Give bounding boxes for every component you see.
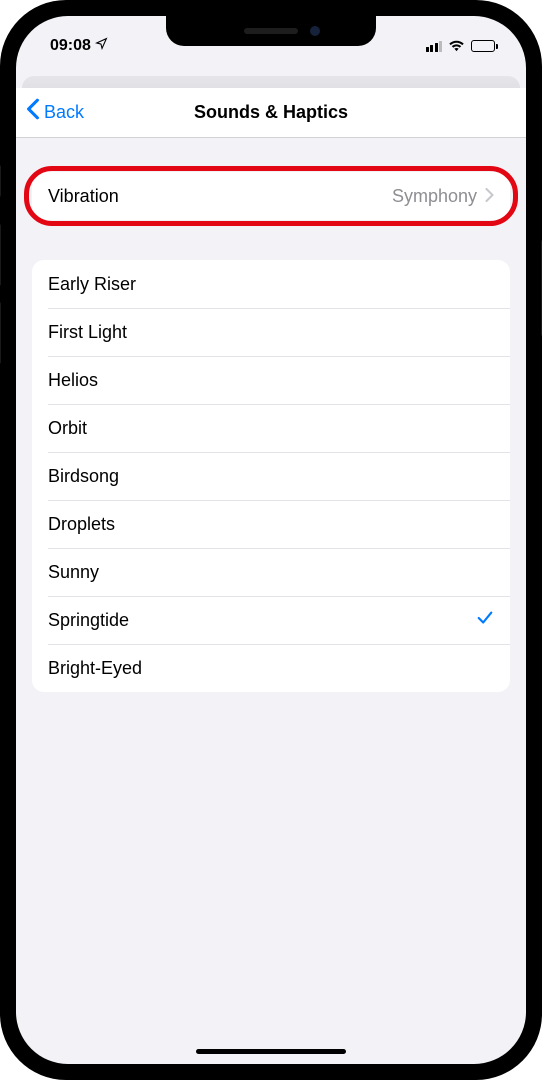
sound-row[interactable]: Springtide — [32, 596, 510, 644]
sound-name: Helios — [48, 370, 98, 391]
volume-up-button — [0, 224, 1, 286]
wifi-icon — [448, 40, 465, 52]
sound-name: Early Riser — [48, 274, 136, 295]
home-indicator[interactable] — [196, 1049, 346, 1054]
notch — [166, 16, 376, 46]
status-left: 09:08 — [50, 37, 108, 55]
sound-name: Bright-Eyed — [48, 658, 142, 679]
vibration-group: Vibration Symphony — [32, 172, 510, 220]
checkmark-icon — [476, 609, 494, 632]
sound-row[interactable]: Early Riser — [32, 260, 510, 308]
vibration-label: Vibration — [48, 186, 119, 207]
back-button[interactable]: Back — [26, 88, 84, 137]
page-title: Sounds & Haptics — [194, 102, 348, 123]
chevron-left-icon — [26, 98, 40, 125]
sound-row[interactable]: Birdsong — [32, 452, 510, 500]
sound-name: Orbit — [48, 418, 87, 439]
device-frame: 09:08 — [0, 0, 542, 1080]
status-right — [426, 40, 499, 52]
sounds-list: Early Riser First Light Helios Orbit Birdson… — [32, 260, 510, 692]
vibration-section: Vibration Symphony — [32, 172, 510, 220]
sound-name: Birdsong — [48, 466, 119, 487]
nav-header: Back Sounds & Haptics — [16, 88, 526, 138]
silent-switch — [0, 165, 1, 197]
volume-down-button — [0, 302, 1, 364]
screen: 09:08 — [16, 16, 526, 1064]
content: Vibration Symphony Early RiserFirs — [16, 172, 526, 692]
sound-row[interactable]: Orbit — [32, 404, 510, 452]
cellular-signal-icon — [426, 41, 443, 52]
sound-row[interactable]: Droplets — [32, 500, 510, 548]
sound-name: Droplets — [48, 514, 115, 535]
vibration-row[interactable]: Vibration Symphony — [32, 172, 510, 220]
vibration-detail: Symphony — [392, 186, 494, 207]
sounds-section: Early Riser First Light Helios Orbit Birdson… — [32, 260, 510, 692]
sound-name: Sunny — [48, 562, 99, 583]
sound-name: First Light — [48, 322, 127, 343]
location-icon — [95, 37, 108, 55]
speaker-grille — [244, 28, 298, 34]
front-camera — [310, 26, 320, 36]
chevron-right-icon — [485, 186, 494, 206]
sound-row[interactable]: Sunny — [32, 548, 510, 596]
sound-name: Springtide — [48, 610, 129, 631]
sound-row[interactable]: Helios — [32, 356, 510, 404]
battery-icon — [471, 40, 498, 52]
vibration-value: Symphony — [392, 186, 477, 207]
sound-row[interactable]: Bright-Eyed — [32, 644, 510, 692]
status-time: 09:08 — [50, 37, 91, 55]
back-label: Back — [44, 102, 84, 123]
sound-row[interactable]: First Light — [32, 308, 510, 356]
